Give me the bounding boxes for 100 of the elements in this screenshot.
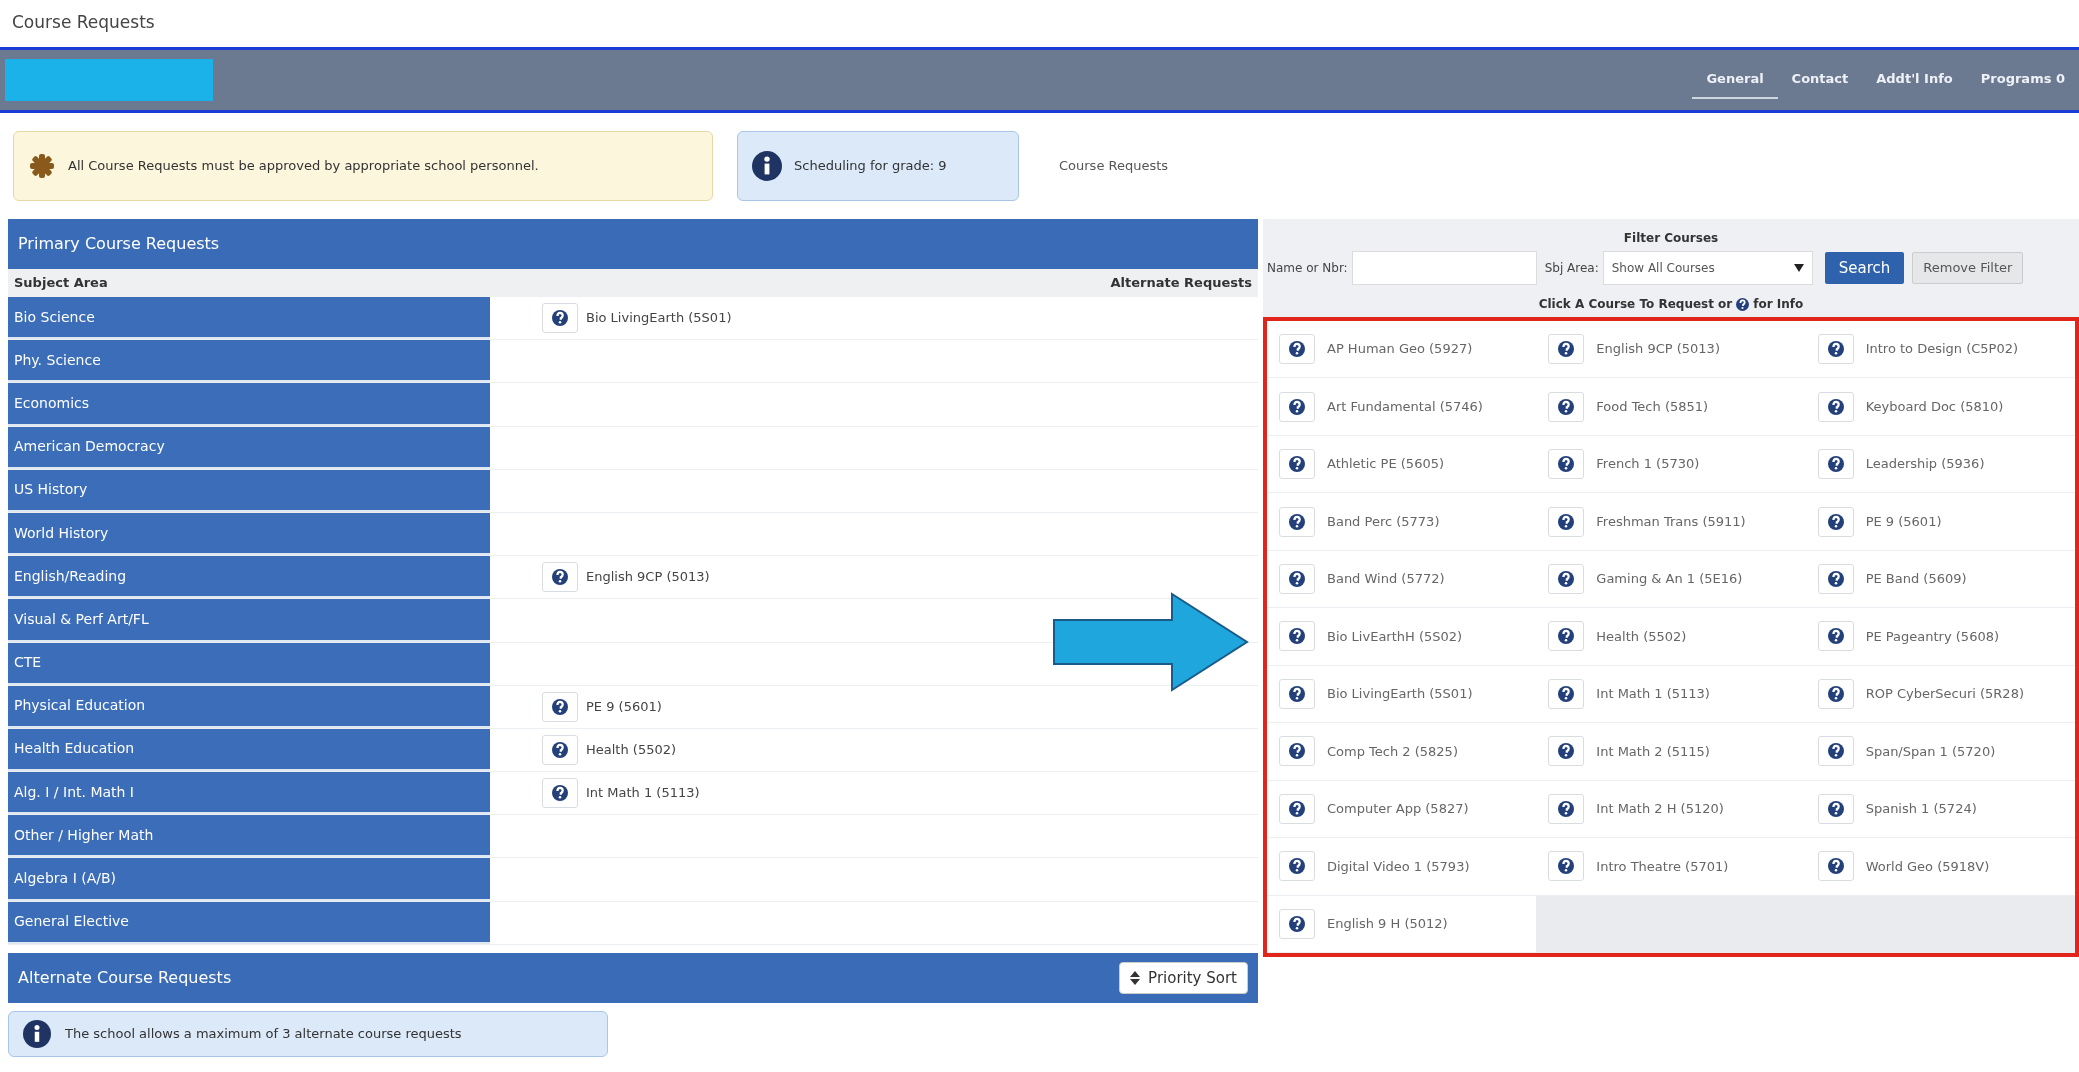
info-button[interactable] — [1548, 449, 1585, 480]
course-link[interactable]: Intro Theatre (5701) — [1596, 856, 1729, 877]
course-name: English 9CP (5013) — [586, 568, 710, 587]
subject-cell: American Democracy — [8, 426, 490, 469]
info-button[interactable] — [1817, 621, 1854, 652]
column-header: Alternate Requests — [1110, 274, 1252, 293]
course-name: Health (5502) — [586, 741, 677, 760]
course-link[interactable]: PE Pageantry (5608) — [1865, 626, 1999, 647]
alert-text: Scheduling for grade: 9 — [794, 157, 947, 176]
info-button[interactable] — [1279, 334, 1315, 365]
course-link[interactable]: Bio LivingEarth (5S01) — [1327, 684, 1473, 704]
info-button[interactable] — [1548, 621, 1585, 652]
info-button[interactable] — [1279, 793, 1315, 824]
info-button[interactable] — [1279, 506, 1315, 537]
course-link[interactable]: Computer App (5827) — [1327, 799, 1469, 819]
subject-cell: English/Reading — [8, 556, 490, 599]
course-link[interactable]: AP Human Geo (5927) — [1327, 339, 1473, 359]
nav-tab[interactable]: Programs 0 — [1966, 61, 2079, 99]
info-button[interactable] — [1817, 851, 1854, 882]
panel-title: Filter Courses — [1622, 230, 1720, 247]
remove-filter-button[interactable]: Remove Filter — [1912, 252, 2024, 284]
course-link[interactable]: Int Math 1 (5113) — [1596, 684, 1710, 704]
course-link[interactable]: Int Math 2 (5115) — [1596, 741, 1710, 762]
help-icon — [552, 698, 568, 715]
info-button[interactable] — [1548, 736, 1585, 767]
course-link[interactable]: Gaming & An 1 (5E16) — [1596, 569, 1743, 589]
help-icon — [1558, 628, 1575, 645]
info-button[interactable] — [1279, 621, 1315, 652]
info-button[interactable] — [1817, 736, 1854, 767]
info-button[interactable] — [542, 778, 578, 809]
course-link[interactable]: Health (5502) — [1596, 626, 1687, 647]
alert-text: The school allows a maximum of 3 alternate course requests — [65, 1025, 462, 1044]
info-button[interactable] — [1548, 851, 1585, 882]
help-icon — [1289, 571, 1305, 588]
subject-cell: CTE — [8, 642, 490, 685]
subject-cell: Alg. I / Int. Math I — [8, 772, 490, 815]
info-button[interactable] — [1817, 391, 1854, 422]
info-button[interactable] — [1279, 449, 1315, 480]
help-icon — [1558, 858, 1575, 875]
help-icon — [1289, 398, 1305, 415]
info-button[interactable] — [1548, 793, 1585, 824]
info-button[interactable] — [1548, 506, 1585, 537]
help-icon — [1827, 341, 1844, 358]
course-link[interactable]: Span/Span 1 (5720) — [1865, 741, 1996, 762]
nav-tab[interactable]: Contact — [1777, 61, 1863, 99]
course-link[interactable]: World Geo (5918V) — [1865, 856, 1990, 877]
course-link[interactable]: Int Math 2 H (5120) — [1596, 799, 1724, 819]
info-button[interactable] — [1548, 678, 1585, 709]
info-button[interactable] — [1817, 564, 1854, 595]
info-button[interactable] — [1279, 391, 1315, 422]
subject-cell: World History — [8, 512, 490, 556]
course-link[interactable]: English 9 H (5012) — [1327, 914, 1448, 934]
info-button[interactable] — [542, 691, 578, 722]
info-button[interactable] — [1817, 506, 1854, 537]
course-link[interactable]: Comp Tech 2 (5825) — [1327, 741, 1458, 762]
course-link[interactable]: Spanish 1 (5724) — [1865, 799, 1977, 819]
course-link[interactable]: Band Wind (5772) — [1327, 569, 1445, 589]
course-link[interactable]: Bio LivEarthH (5S02) — [1327, 626, 1463, 647]
info-button[interactable] — [1817, 793, 1854, 824]
sort-button[interactable]: Priority Sort — [1119, 961, 1248, 995]
course-link[interactable]: ROP CyberSecuri (5R28) — [1865, 684, 2024, 704]
subject-cell: Physical Education — [8, 685, 490, 728]
subject-select[interactable]: Show All Courses — [1602, 251, 1813, 285]
course-link[interactable]: PE Band (5609) — [1865, 569, 1967, 589]
info-button[interactable] — [1279, 564, 1315, 595]
info-button[interactable] — [1279, 736, 1315, 767]
info-button[interactable] — [1279, 678, 1315, 709]
help-icon — [1289, 858, 1305, 875]
help-icon — [1736, 297, 1750, 311]
name-input-field[interactable] — [1351, 251, 1537, 285]
info-button[interactable] — [1548, 564, 1585, 595]
course-link[interactable]: Leadership (5936) — [1865, 454, 1985, 474]
course-link[interactable]: PE 9 (5601) — [1865, 511, 1942, 532]
course-link[interactable]: Digital Video 1 (5793) — [1327, 856, 1470, 877]
course-link[interactable]: Intro to Design (C5P02) — [1865, 339, 2019, 359]
info-button[interactable] — [1817, 334, 1854, 365]
help-icon — [1558, 800, 1575, 817]
help-icon — [1289, 915, 1305, 932]
breadcrumb-text: Course Requests — [1059, 157, 1169, 176]
info-button[interactable] — [542, 734, 578, 765]
asterisk-icon — [28, 152, 56, 180]
course-link[interactable]: Food Tech (5851) — [1596, 396, 1709, 417]
course-link[interactable]: Keyboard Doc (5810) — [1865, 396, 2004, 417]
info-button[interactable] — [1817, 678, 1854, 709]
help-icon — [1827, 398, 1844, 415]
info-button[interactable] — [1279, 851, 1315, 882]
info-button[interactable] — [1548, 334, 1585, 365]
info-button[interactable] — [1548, 391, 1585, 422]
nav-tab[interactable]: Addt'l Info — [1862, 61, 1967, 99]
info-button[interactable] — [1279, 908, 1315, 939]
search-button[interactable]: Search — [1824, 251, 1905, 285]
course-link[interactable]: French 1 (5730) — [1596, 454, 1700, 474]
course-name: Int Math 1 (5113) — [586, 784, 700, 803]
course-link[interactable]: Athletic PE (5605) — [1327, 454, 1444, 474]
info-button[interactable] — [542, 562, 578, 593]
info-button[interactable] — [542, 303, 578, 334]
course-link[interactable]: Band Perc (5773) — [1327, 511, 1440, 532]
course-link[interactable]: English 9CP (5013) — [1596, 339, 1720, 359]
nav-tab[interactable]: General — [1692, 61, 1778, 99]
info-button[interactable] — [1817, 449, 1854, 480]
